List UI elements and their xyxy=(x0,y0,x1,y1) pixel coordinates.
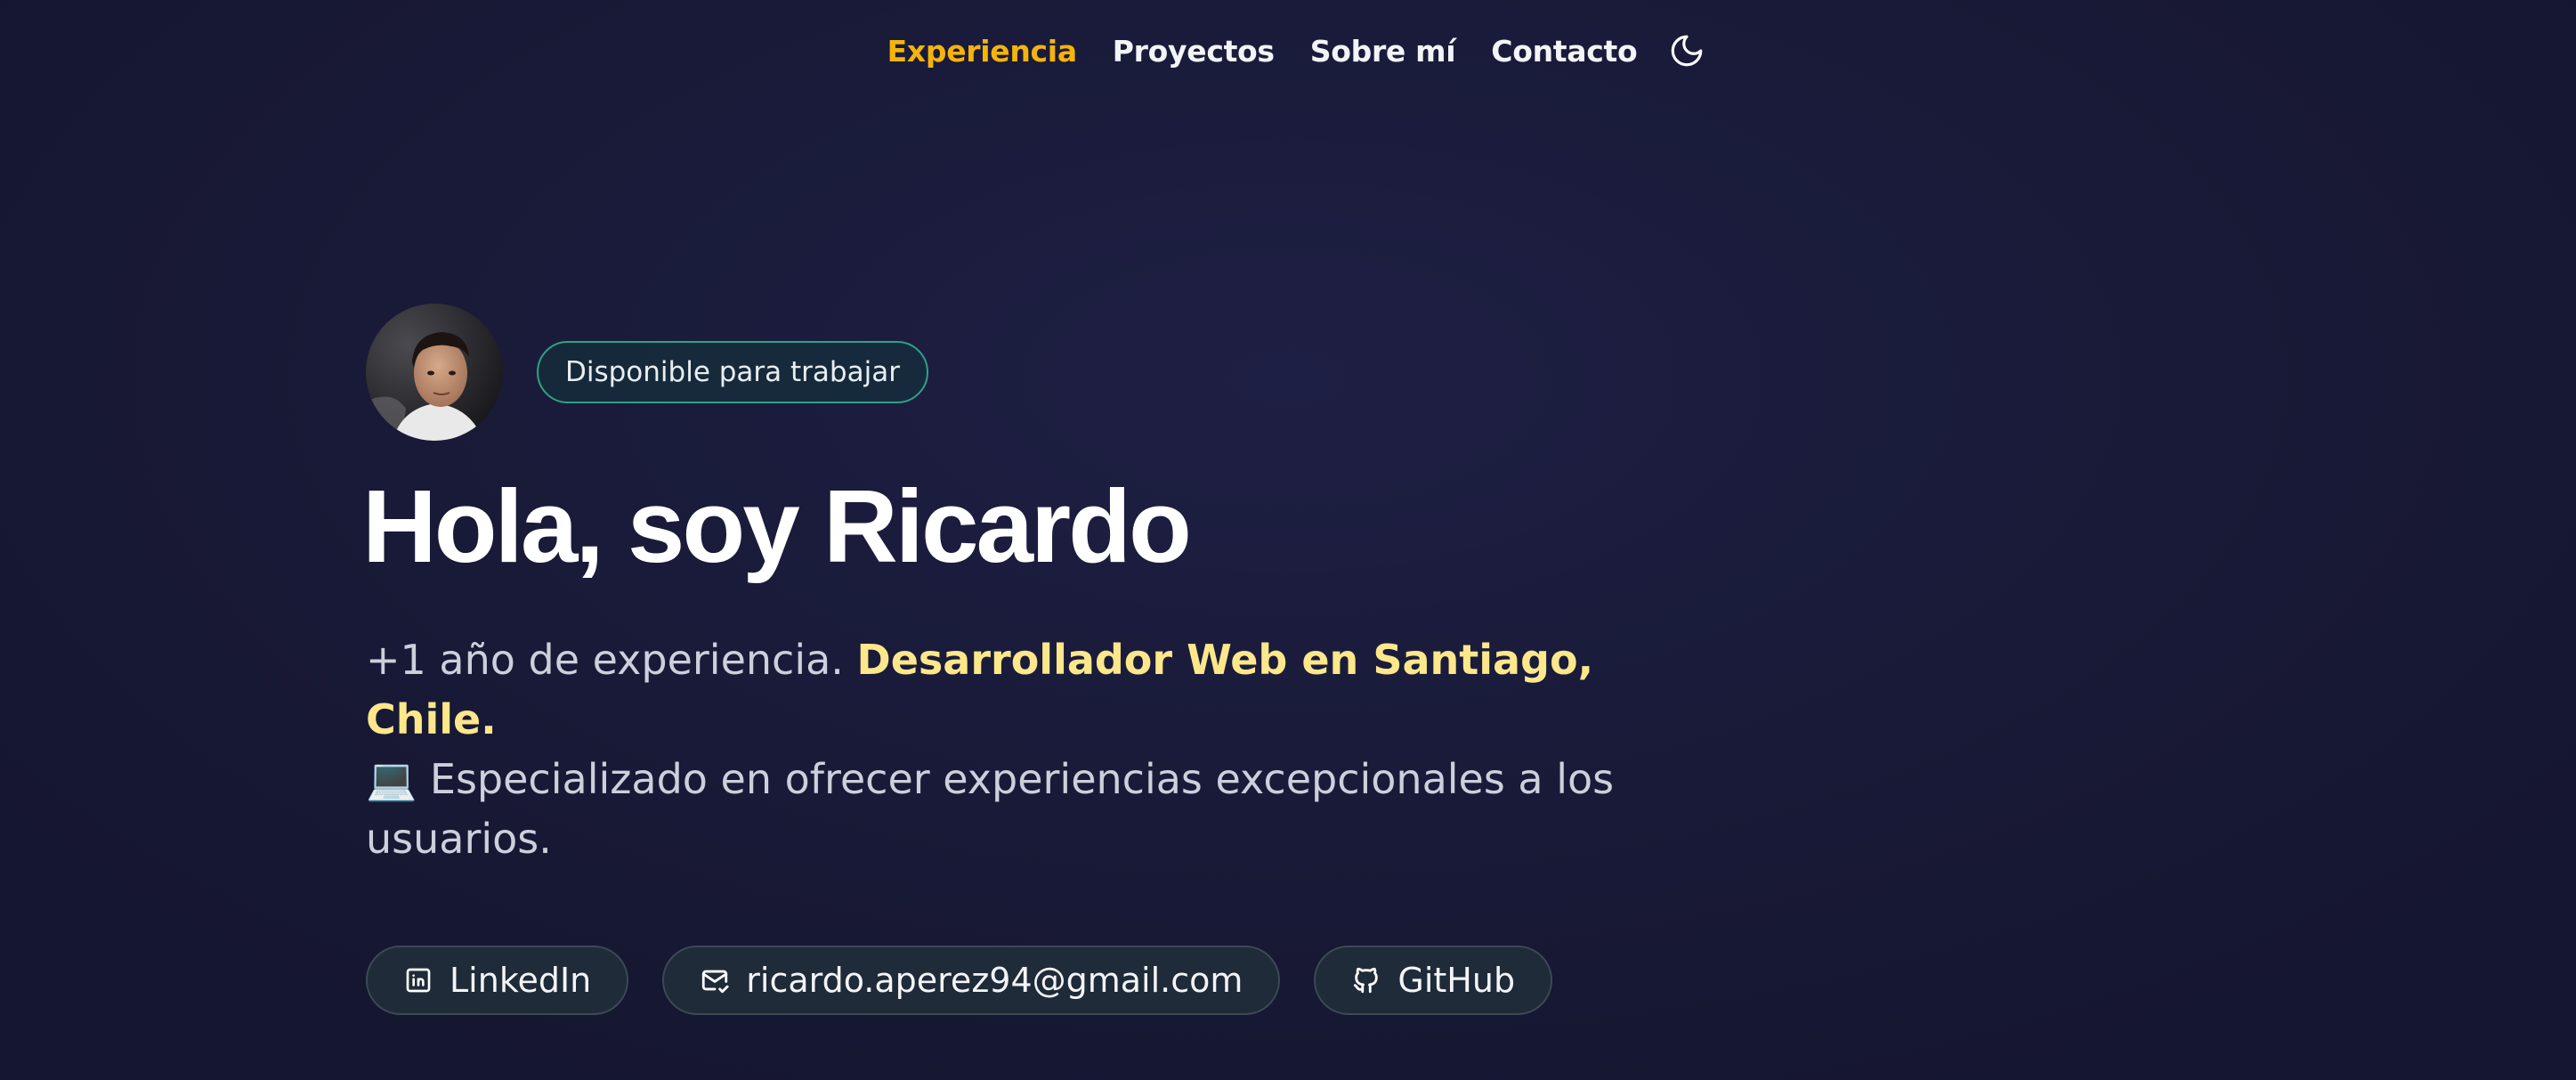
github-link[interactable]: GitHub xyxy=(1314,946,1553,1015)
theme-toggle-button[interactable] xyxy=(1667,31,1706,70)
linkedin-label: LinkedIn xyxy=(450,961,592,1000)
email-link[interactable]: ricardo.aperez94@gmail.com xyxy=(662,946,1281,1015)
nav-links: Experiencia Proyectos Sobre mí Contacto xyxy=(887,31,1707,70)
hero-section: Disponible para trabajar Hola, soy Ricar… xyxy=(362,303,1790,1015)
hero-description: +1 año de experiencia. Desarrollador Web… xyxy=(366,630,1630,869)
page-title: Hola, soy Ricardo xyxy=(362,468,1192,584)
availability-badge: Disponible para trabajar xyxy=(537,341,928,403)
avatar xyxy=(366,304,503,441)
profile-row: Disponible para trabajar xyxy=(366,303,1790,442)
top-nav: Experiencia Proyectos Sobre mí Contacto xyxy=(0,27,2576,75)
nav-item-experiencia[interactable]: Experiencia xyxy=(887,34,1077,69)
social-links: LinkedIn ricardo.aperez94@gmail.com GitH… xyxy=(366,946,1790,1015)
github-label: GitHub xyxy=(1397,961,1516,1000)
desc-rest: Especializado en ofrecer experiencias ex… xyxy=(366,755,1615,863)
linkedin-icon xyxy=(403,965,433,995)
github-icon xyxy=(1351,965,1381,995)
linkedin-link[interactable]: LinkedIn xyxy=(366,946,629,1015)
mail-icon xyxy=(700,965,730,995)
nav-item-proyectos[interactable]: Proyectos xyxy=(1113,34,1275,69)
laptop-emoji: 💻 xyxy=(366,755,417,803)
nav-item-sobre-mi[interactable]: Sobre mí xyxy=(1310,34,1456,69)
avatar-photo xyxy=(366,304,503,441)
moon-icon xyxy=(1672,35,1703,67)
email-label: ricardo.aperez94@gmail.com xyxy=(746,961,1243,1000)
nav-item-contacto[interactable]: Contacto xyxy=(1491,34,1637,69)
desc-intro: +1 año de experiencia. xyxy=(366,636,844,684)
